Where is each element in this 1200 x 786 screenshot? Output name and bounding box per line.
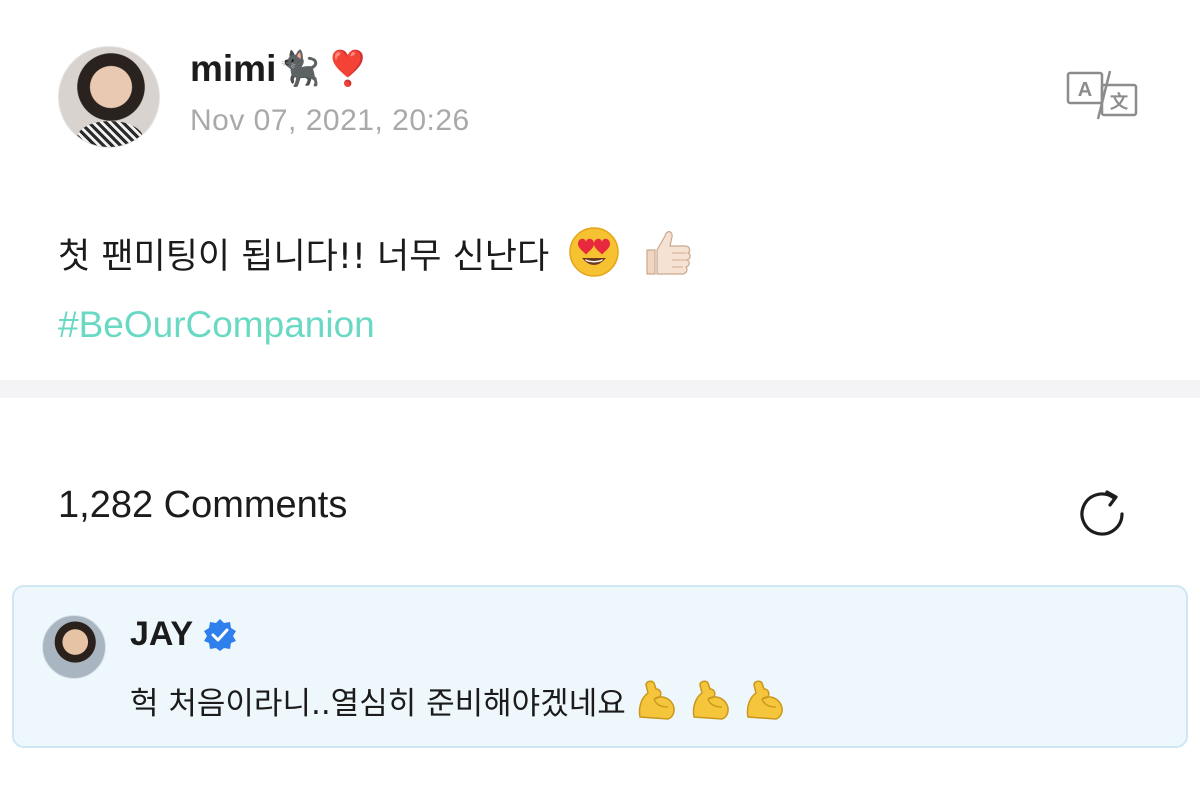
- post-text: 첫 팬미팅이 됩니다!! 너무 신난다: [58, 237, 550, 277]
- translate-icon: A 文: [1066, 70, 1138, 120]
- post-header: mimi 🐈‍⬛ ❣️ Nov 07, 2021, 20:26: [58, 46, 1148, 152]
- flexed-biceps-icon: [746, 680, 783, 720]
- post-body: 첫 팬미팅이 됩니다!! 너무 신난다 #BeOurCompanion: [58, 224, 1138, 353]
- post-text-line: 첫 팬미팅이 됩니다!! 너무 신난다: [58, 224, 1138, 289]
- comment-text: 헉 처음이라니..열심히 준비해야겠네요: [130, 685, 626, 722]
- heart-eyes-emoji-icon: [569, 227, 620, 277]
- flexed-biceps-icon: [692, 680, 729, 720]
- refresh-icon: [1080, 490, 1124, 536]
- post-timestamp: Nov 07, 2021, 20:26: [190, 104, 470, 137]
- black-cat-emoji: 🐈‍⬛: [278, 49, 321, 89]
- avatar-shirt: [77, 121, 143, 147]
- comment-text-row: 헉 처음이라니..열심히 준비해야겠네요: [130, 677, 788, 723]
- heart-exclamation-emoji: ❣️: [326, 49, 370, 89]
- refresh-button[interactable]: [1076, 486, 1132, 542]
- svg-text:文: 文: [1110, 91, 1129, 113]
- pinned-comment-card[interactable]: JAY 헉 처음이라니..열심히 준비해야겠네요: [12, 585, 1188, 748]
- author-avatar[interactable]: [58, 46, 160, 148]
- verified-badge-icon: [204, 618, 237, 651]
- section-divider: [0, 380, 1200, 398]
- author-name[interactable]: mimi: [190, 48, 276, 90]
- comments-count: 1,282 Comments: [58, 484, 348, 526]
- thumbs-up-emoji-icon: [646, 231, 692, 275]
- comment-author-avatar[interactable]: [42, 615, 106, 679]
- comment-author-row[interactable]: JAY: [130, 615, 237, 654]
- svg-text:A: A: [1078, 79, 1092, 101]
- comment-author-name[interactable]: JAY: [130, 615, 193, 654]
- hashtag-link[interactable]: #BeOurCompanion: [58, 297, 1138, 353]
- translate-button[interactable]: A 文: [1066, 70, 1140, 120]
- flexed-biceps-icon: [638, 680, 675, 720]
- author-name-row[interactable]: mimi 🐈‍⬛ ❣️: [190, 48, 369, 90]
